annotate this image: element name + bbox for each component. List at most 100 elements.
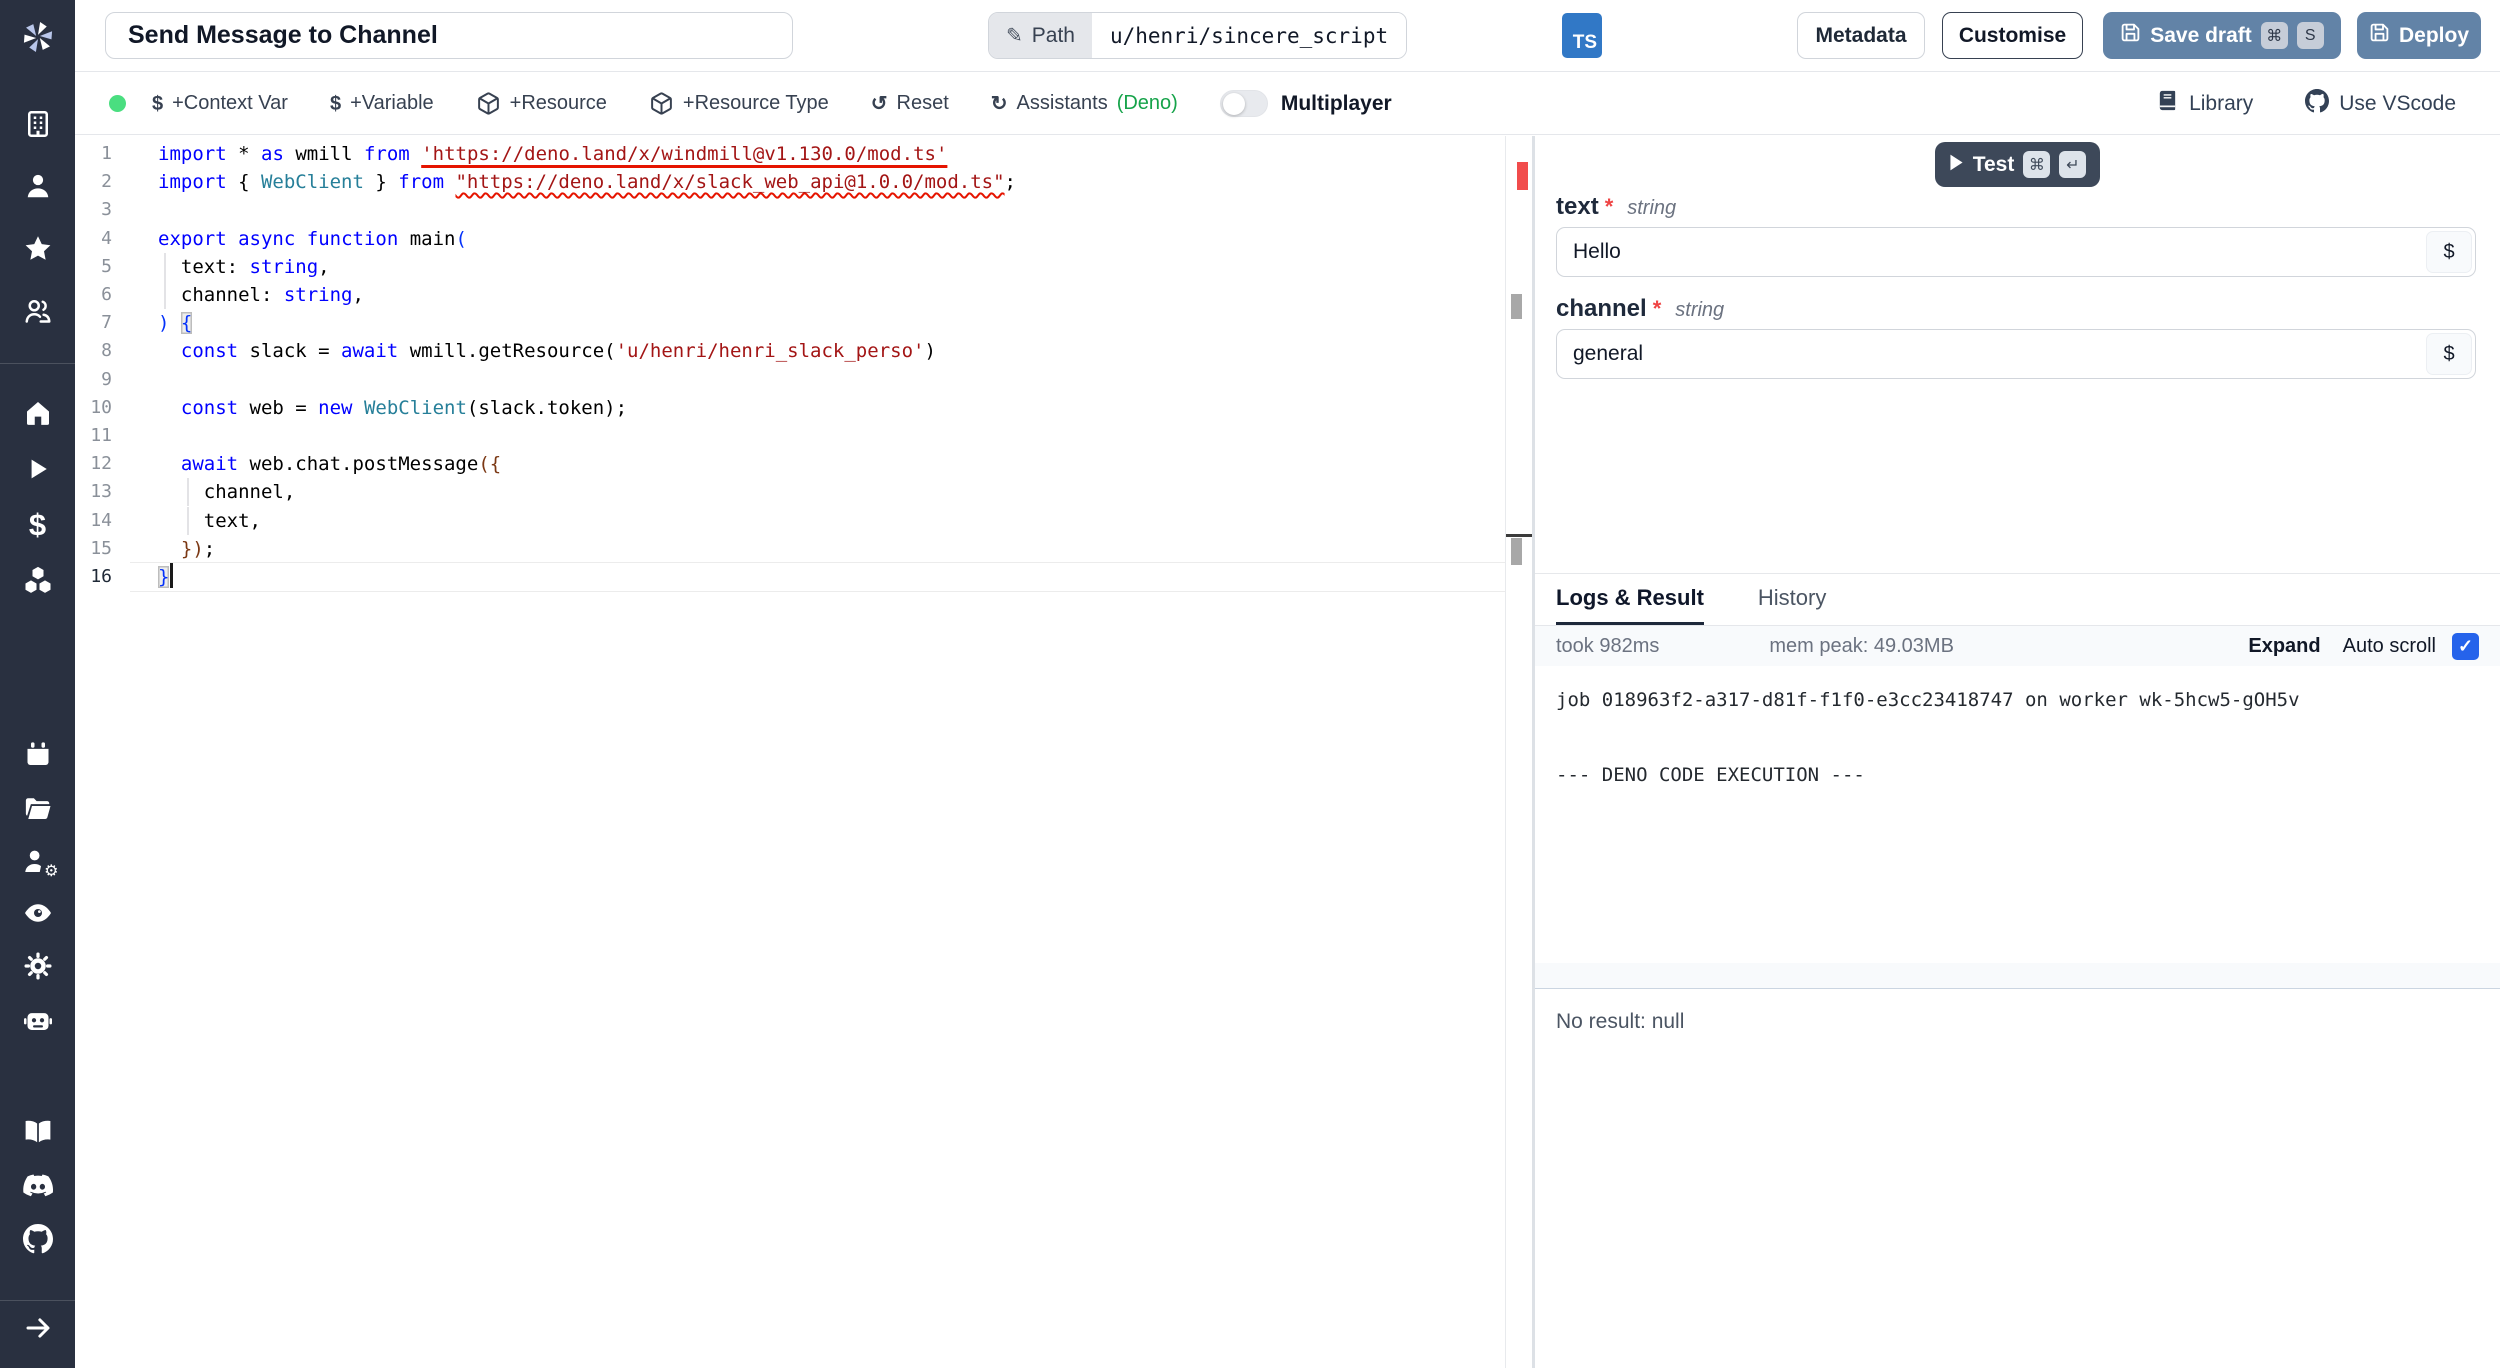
code-line[interactable]: 2 import { WebClient } from "https://deno…	[75, 168, 1505, 196]
line-number: 10	[90, 396, 112, 418]
toolbar-assistants[interactable]: ↻ Assistants (Deno)	[991, 92, 1178, 115]
customise-button[interactable]: Customise	[1942, 12, 2083, 59]
code-line[interactable]: 6 channel: string,	[75, 281, 1505, 309]
deploy-button[interactable]: Deploy	[2357, 12, 2481, 59]
discord-icon	[22, 1171, 53, 1201]
code-line[interactable]: 3	[75, 196, 1505, 224]
required-asterisk: *	[1604, 194, 1614, 219]
multiplayer-toggle[interactable]	[1219, 90, 1268, 117]
toolbar-reset[interactable]: ↺ Reset	[871, 92, 949, 115]
book-icon	[2156, 89, 2179, 118]
code-line[interactable]: 16}	[75, 563, 1505, 591]
sidebar-item-folder[interactable]	[0, 791, 75, 825]
sidebar-item-bot[interactable]	[0, 1003, 75, 1037]
line-number: 9	[101, 368, 112, 390]
code-line[interactable]: 7) {	[75, 309, 1505, 337]
sidebar-item-home[interactable]	[0, 396, 75, 430]
toolbar-item-label: +Variable	[350, 92, 434, 114]
test-button[interactable]: Test ⌘ ↵	[1934, 142, 2101, 187]
code-line[interactable]: 5 text: string,	[75, 252, 1505, 281]
field-name: text	[1556, 193, 1599, 220]
sidebar-item-settings[interactable]	[0, 949, 75, 983]
editor-overview-ruler[interactable]	[1505, 136, 1533, 1368]
code-editor[interactable]: 1 import * as wmill from 'https://deno.la…	[75, 136, 1505, 1368]
code-line[interactable]: 9	[75, 366, 1505, 394]
deno-accent-label: (Deno)	[1116, 92, 1178, 114]
code-line[interactable]: 4 export async function main(	[75, 225, 1505, 253]
test-label: Test	[1972, 152, 2015, 176]
code-line[interactable]: 13 channel,	[75, 478, 1505, 507]
save-draft-button[interactable]: Save draft ⌘ S	[2103, 12, 2341, 59]
code-line[interactable]: 1 import * as wmill from 'https://deno.la…	[75, 140, 1505, 168]
play-icon	[24, 455, 52, 483]
editor-toolbar: $ +Context Var $ +Variable +Resource +Resourc…	[75, 73, 2500, 135]
autoscroll-checkbox[interactable]: ✓	[2452, 632, 2479, 660]
use-vscode-button[interactable]: Use VScode	[2305, 88, 2456, 119]
play-icon	[1949, 153, 1964, 177]
logs-result-divider[interactable]	[1535, 963, 2500, 989]
variable-picker-button[interactable]: $	[2426, 333, 2472, 375]
channel-input[interactable]	[1557, 342, 2423, 366]
building-icon	[23, 109, 53, 139]
toolbar-item-label: Reset	[896, 92, 949, 114]
toolbar-context-var[interactable]: $ +Context Var	[152, 92, 288, 115]
toolbar-variable[interactable]: $ +Variable	[330, 92, 434, 115]
code-line[interactable]: 11	[75, 422, 1505, 450]
tab-history[interactable]: History	[1758, 574, 1826, 625]
sidebar-item-star[interactable]	[0, 232, 75, 266]
code-line[interactable]: 10 const web = new WebClient(slack.token…	[75, 394, 1505, 422]
windmill-logo-icon[interactable]	[0, 12, 75, 62]
toolbar-resource[interactable]: +Resource	[476, 91, 607, 116]
s-key-icon: S	[2296, 22, 2324, 49]
variable-picker-button[interactable]: $	[2426, 231, 2472, 273]
line-number: 11	[90, 425, 112, 446]
expand-button[interactable]: Expand	[2248, 635, 2320, 658]
required-asterisk: *	[1652, 296, 1662, 321]
toolbar-resource-type[interactable]: +Resource Type	[649, 91, 829, 116]
script-summary-input[interactable]	[126, 20, 772, 51]
sidebar-item-play[interactable]	[0, 452, 75, 486]
code-line[interactable]: 8 const slack = await wmill.getResource(…	[75, 337, 1505, 365]
eye-icon	[23, 898, 53, 928]
script-summary-field	[105, 12, 793, 59]
sidebar-item-boxes[interactable]	[0, 563, 75, 597]
script-path-value[interactable]: u/henri/sincere_script	[1091, 13, 1407, 58]
dollar-icon: $	[152, 92, 164, 115]
toolbar-item-label: Assistants	[1016, 92, 1108, 114]
line-number: 6	[101, 284, 112, 305]
code-line[interactable]: 15 });	[75, 535, 1505, 563]
line-number: 16	[90, 566, 112, 587]
multiplayer-label: Multiplayer	[1280, 91, 1392, 115]
code-line[interactable]: 12 await web.chat.postMessage({	[75, 450, 1505, 478]
line-number: 5	[101, 255, 112, 277]
memory-stat: mem peak: 49.03MB	[1769, 634, 1954, 657]
sidebar-item-user[interactable]	[0, 169, 75, 203]
sidebar-item-user-cog[interactable]: ⚙	[0, 844, 75, 880]
sidebar-item-discord[interactable]	[0, 1169, 75, 1203]
tab-logs-result[interactable]: Logs & Result	[1556, 574, 1704, 625]
sidebar-item-arrow-right[interactable]	[0, 1311, 75, 1345]
error-marker	[1517, 162, 1528, 190]
toolbar-item-label: +Context Var	[172, 92, 288, 114]
logs-tabs: Logs & Result History	[1535, 574, 2500, 626]
edit-path-button[interactable]: ✎ Path	[989, 13, 1092, 58]
arrow-right-icon	[23, 1313, 53, 1343]
sidebar-item-dollar[interactable]: $	[0, 507, 75, 541]
github-icon	[2305, 88, 2330, 119]
line-number: 12	[90, 453, 112, 475]
text-input[interactable]	[1557, 240, 2423, 264]
code-line[interactable]: 14 text,	[75, 506, 1505, 535]
sidebar-item-github[interactable]	[0, 1222, 75, 1256]
text-cursor	[170, 563, 173, 588]
sidebar-item-users[interactable]	[0, 294, 75, 328]
library-button[interactable]: Library	[2156, 89, 2253, 118]
sidebar-item-eye[interactable]	[0, 896, 75, 930]
connection-status-dot	[109, 95, 126, 112]
sidebar-item-book[interactable]	[0, 1115, 75, 1149]
sidebar-item-calendar[interactable]	[0, 737, 75, 771]
save-icon	[2369, 22, 2390, 49]
dollar-icon: $	[329, 92, 342, 115]
sidebar-item-building[interactable]	[0, 107, 75, 141]
metadata-button[interactable]: Metadata	[1797, 12, 1925, 59]
run-stats-bar: took 982ms mem peak: 49.03MB Expand Auto…	[1535, 626, 2500, 666]
